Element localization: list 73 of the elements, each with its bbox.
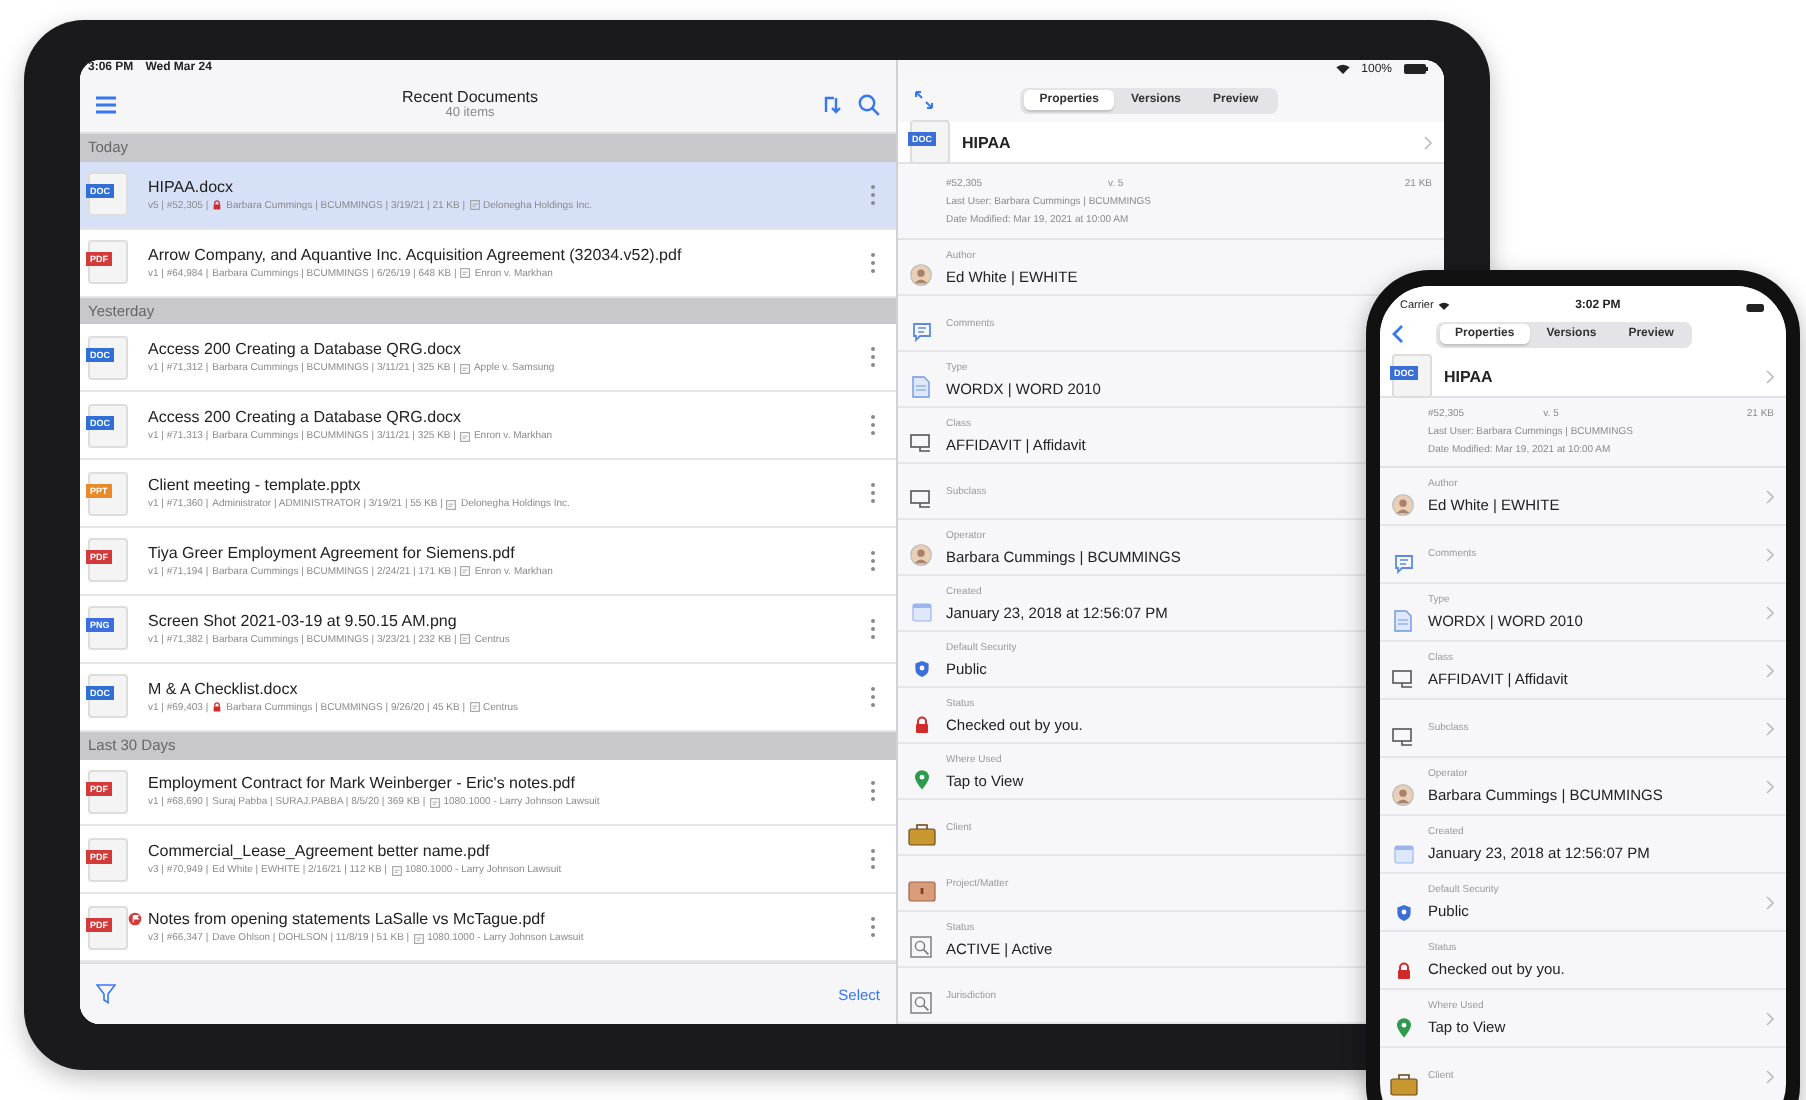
more-icon[interactable] xyxy=(870,780,876,803)
more-icon[interactable] xyxy=(870,549,876,572)
monitor-icon xyxy=(910,490,932,510)
document-icon xyxy=(912,376,930,398)
menu-icon[interactable] xyxy=(96,95,116,114)
matter-icon xyxy=(469,200,480,211)
chevron-right-icon xyxy=(1766,369,1774,383)
folder-icon xyxy=(907,880,935,902)
matter-icon xyxy=(391,865,401,876)
sort-icon[interactable] xyxy=(824,94,842,115)
wifi-icon xyxy=(1335,64,1350,74)
lock-icon xyxy=(913,716,929,734)
lock-icon xyxy=(1395,962,1411,980)
search-document-icon xyxy=(910,992,932,1014)
more-icon[interactable] xyxy=(870,617,876,640)
matter-icon xyxy=(460,268,471,279)
calendar-icon xyxy=(911,602,931,622)
more-icon[interactable] xyxy=(870,685,876,708)
document-title: HIPAA xyxy=(962,133,1013,151)
document-name: HIPAA.docx xyxy=(148,177,234,196)
search-document-icon xyxy=(910,936,932,958)
filter-icon[interactable] xyxy=(96,984,116,1005)
battery-icon xyxy=(1746,304,1766,312)
back-icon[interactable] xyxy=(1392,324,1404,344)
matter-icon xyxy=(413,933,424,944)
comment-icon xyxy=(911,322,931,342)
more-icon[interactable] xyxy=(870,346,876,369)
location-pin-icon xyxy=(913,770,929,790)
location-pin-icon xyxy=(1395,1018,1411,1038)
monitor-icon xyxy=(1392,728,1414,748)
matter-icon xyxy=(460,634,471,645)
more-icon[interactable] xyxy=(870,916,876,939)
more-icon[interactable] xyxy=(870,183,876,206)
document-name: Notes from opening statements LaSalle vs McTague.pdf xyxy=(148,910,545,929)
wifi-icon xyxy=(1437,302,1450,310)
monitor-icon xyxy=(1392,670,1414,690)
document-name: Arrow Company, and Aquantive Inc. Acquisition Agreement (32034.v52).pdf xyxy=(148,245,682,264)
comment-icon xyxy=(1393,554,1413,574)
matter-icon xyxy=(460,566,471,577)
shield-icon xyxy=(913,660,929,678)
more-icon[interactable] xyxy=(870,414,876,437)
avatar-icon xyxy=(910,264,932,286)
document-name: Commercial_Lease_Agreement better name.pdf xyxy=(148,842,490,861)
document-name: Screen Shot 2021-03-19 at 9.50.15 AM.png xyxy=(148,611,457,630)
avatar-icon xyxy=(1392,494,1414,516)
collapse-icon[interactable] xyxy=(914,90,934,110)
calendar-icon xyxy=(1393,844,1413,864)
search-icon[interactable] xyxy=(858,93,880,116)
document-icon xyxy=(1394,610,1412,632)
monitor-icon xyxy=(910,434,932,454)
matter-icon xyxy=(429,797,440,808)
avatar-icon xyxy=(910,544,932,566)
battery-icon xyxy=(1404,64,1428,74)
document-name: Access 200 Creating a Database QRG.docx xyxy=(148,408,462,427)
briefcase-icon xyxy=(1389,1074,1417,1096)
document-name: Client meeting - template.pptx xyxy=(148,476,361,495)
document-name: Tiya Greer Employment Agreement for Siemens.pdf xyxy=(148,543,515,562)
chevron-right-icon xyxy=(1424,135,1432,149)
shield-icon xyxy=(1395,904,1411,922)
document-name: Access 200 Creating a Database QRG.docx xyxy=(148,340,462,359)
matter-icon xyxy=(469,702,480,713)
document-title: HIPAA xyxy=(1444,367,1495,385)
matter-icon xyxy=(446,499,457,510)
more-icon[interactable] xyxy=(870,482,876,505)
matter-icon xyxy=(459,363,470,374)
document-name: M & A Checklist.docx xyxy=(148,679,298,698)
more-icon[interactable] xyxy=(870,251,876,274)
briefcase-icon xyxy=(907,824,935,846)
matter-icon xyxy=(459,431,470,442)
list-title: Recent Documents xyxy=(401,88,539,107)
document-name: Employment Contract for Mark Weinberger - Eric's notes.pdf xyxy=(148,774,575,793)
more-icon[interactable] xyxy=(870,848,876,871)
avatar-icon xyxy=(1392,784,1414,806)
